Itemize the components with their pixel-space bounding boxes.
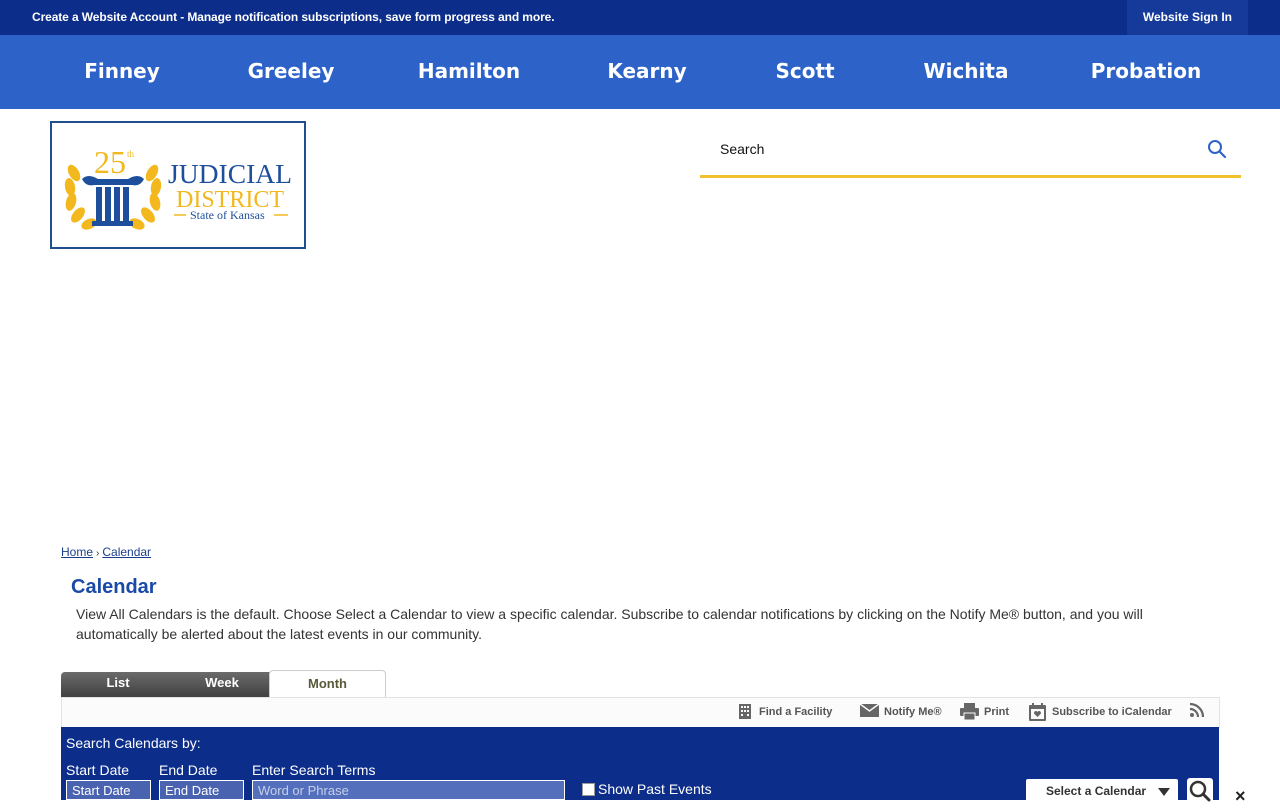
find-facility-button[interactable]: Find a Facility: [738, 704, 833, 719]
start-date-label: Start Date: [66, 762, 130, 778]
notify-me-label: Notify Me®: [884, 706, 942, 718]
logo-graphic: 25 th JUDICIAL DISTRICT State of Kansas: [64, 144, 292, 230]
nav-item-probation[interactable]: Probation: [1082, 35, 1210, 109]
page-description: View All Calendars is the default. Choos…: [76, 606, 1143, 642]
nav-item-scott[interactable]: Scott: [762, 35, 848, 109]
account-banner-text: - Manage notification subscriptions, sav…: [176, 10, 555, 24]
logo-line-state: State of Kansas: [190, 208, 265, 222]
page-title: Calendar: [71, 576, 157, 598]
tab-week[interactable]: Week: [179, 670, 265, 698]
nav-item-finney[interactable]: Finney: [70, 35, 174, 109]
top-account-bar: Create a Website Account - Manage notifi…: [0, 0, 1280, 35]
tab-month[interactable]: Month: [269, 670, 386, 699]
start-date-input[interactable]: Start Date: [66, 780, 151, 800]
rss-icon: [1189, 702, 1205, 720]
print-label: Print: [984, 706, 1010, 718]
subscribe-icalendar-label: Subscribe to iCalendar: [1052, 706, 1172, 718]
find-facility-label: Find a Facility: [759, 706, 833, 718]
logo-number: 25: [94, 144, 126, 180]
breadcrumb-calendar-link[interactable]: Calendar: [102, 545, 151, 559]
calendar-search-button[interactable]: [1187, 778, 1213, 804]
select-calendar-label: Select a Calendar: [1046, 784, 1147, 798]
website-sign-in-button[interactable]: Website Sign In: [1126, 0, 1248, 35]
search-terms-label: Enter Search Terms: [252, 762, 376, 778]
breadcrumb: Home › Calendar: [61, 545, 151, 559]
nav-item-greeley[interactable]: Greeley: [236, 35, 346, 109]
calendar-toolbar: Find a Facility Notify Me® Print Subscri…: [61, 697, 1220, 728]
printer-icon: [960, 703, 979, 723]
site-search: Search: [700, 125, 1241, 178]
logo-number-suffix: th: [127, 149, 135, 159]
breadcrumb-home-link[interactable]: Home: [61, 545, 93, 559]
print-button[interactable]: Print: [960, 703, 1010, 721]
tab-list[interactable]: List: [75, 670, 161, 698]
nav-item-hamilton[interactable]: Hamilton: [404, 35, 534, 109]
show-past-events-checkbox[interactable]: [582, 783, 595, 796]
end-date-input[interactable]: End Date: [159, 780, 244, 800]
end-date-label: End Date: [159, 762, 218, 778]
select-calendar-dropdown[interactable]: Select a Calendar: [1026, 779, 1178, 803]
account-banner: Create a Website Account - Manage notifi…: [32, 10, 555, 24]
close-icon[interactable]: ×: [1235, 786, 1246, 807]
logo-line-judicial: JUDICIAL: [168, 159, 292, 189]
search-icon[interactable]: [1207, 139, 1227, 164]
site-logo[interactable]: 25 th JUDICIAL DISTRICT State of Kansas: [50, 121, 306, 249]
subscribe-icalendar-button[interactable]: Subscribe to iCalendar: [1029, 703, 1172, 721]
building-icon: [738, 703, 752, 723]
nav-item-kearny[interactable]: Kearny: [592, 35, 702, 109]
envelope-icon: [859, 703, 880, 721]
search-calendars-panel: Search Calendars by: Start Date End Date…: [61, 727, 1219, 804]
create-account-link[interactable]: Create a Website Account: [32, 10, 177, 24]
search-input[interactable]: Search: [720, 141, 764, 157]
nav-item-wichita[interactable]: Wichita: [910, 35, 1022, 109]
notify-me-button[interactable]: Notify Me®: [859, 703, 942, 721]
calendar-heart-icon: [1029, 703, 1046, 724]
search-calendars-heading: Search Calendars by:: [66, 735, 201, 751]
search-terms-input[interactable]: Word or Phrase: [252, 780, 565, 800]
show-past-events-label: Show Past Events: [598, 781, 712, 797]
chevron-down-icon: [1158, 788, 1170, 796]
breadcrumb-separator: ›: [96, 548, 100, 559]
main-nav: Finney Greeley Hamilton Kearny Scott Wic…: [0, 35, 1280, 109]
